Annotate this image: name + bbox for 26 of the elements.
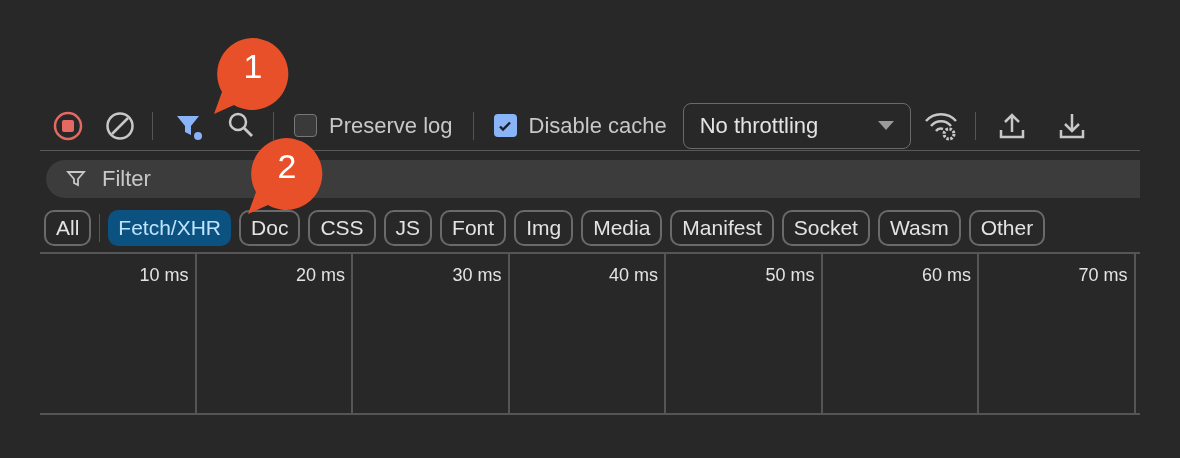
caret-icon (877, 120, 894, 131)
type-filter-chip[interactable]: Wasm (877, 210, 961, 246)
type-filter-chip[interactable]: JS (383, 210, 433, 246)
type-filter-chip[interactable]: Media (581, 210, 663, 246)
clear-button[interactable] (104, 109, 136, 142)
time-tick-label: 60 ms (921, 264, 971, 287)
callout-badge: 1 (212, 36, 290, 116)
type-filter-chip[interactable]: CSS (308, 210, 376, 246)
type-filter-chip[interactable]: Socket (781, 210, 870, 246)
type-filter-chip[interactable]: Other (968, 210, 1046, 246)
checkbox[interactable]: Disable cache (489, 109, 671, 142)
type-filter-chip[interactable]: All (44, 210, 92, 246)
throttling-dropdown[interactable]: No throttling (682, 102, 911, 149)
callout-badge: 2 (246, 136, 324, 216)
time-tick-label: 70 ms (1078, 264, 1128, 287)
record-button[interactable] (52, 109, 84, 142)
time-tick-label: 50 ms (765, 264, 815, 287)
type-filter-chip[interactable]: Manifest (670, 210, 774, 246)
type-filter-chip[interactable]: Img (514, 210, 574, 246)
type-filter-chip[interactable]: Fetch/XHR (108, 210, 232, 246)
filter-icon (66, 169, 86, 189)
type-filter-chip[interactable]: Font (440, 210, 507, 246)
time-tick-label: 40 ms (608, 264, 658, 287)
time-tick-label: 30 ms (452, 264, 502, 287)
time-tick-label: 20 ms (295, 264, 345, 287)
time-tick-label: 10 ms (139, 264, 189, 287)
